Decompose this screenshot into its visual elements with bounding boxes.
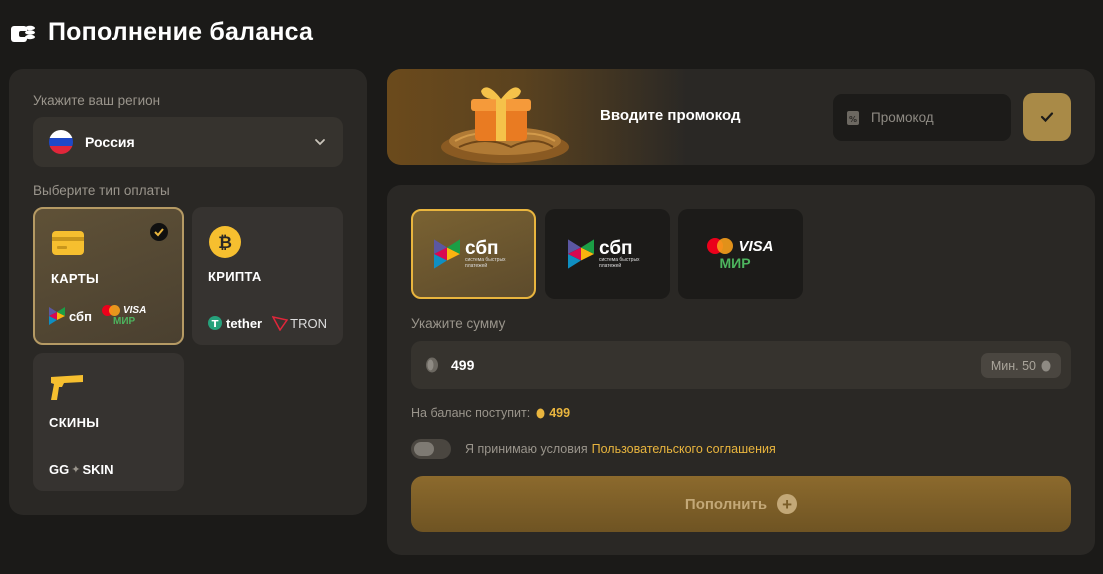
pistol-icon (51, 375, 83, 400)
wallet-coins-icon (11, 25, 35, 42)
payment-options-panel: Укажите ваш регион Россия Выберите тип о… (9, 69, 367, 515)
promo-input-wrapper: % (833, 94, 1011, 141)
bitcoin-icon: ₿ (209, 226, 241, 258)
terms-toggle[interactable] (411, 439, 451, 459)
page-title: Пополнение баланса (48, 18, 314, 46)
coupon-icon: % (847, 110, 859, 125)
payment-type-name: КРИПТА (208, 269, 262, 284)
russia-flag-icon (49, 130, 73, 154)
payment-type-label: Выберите тип оплаты (33, 183, 170, 198)
payment-form-panel: сбп система быстрых платежей сбп система… (387, 185, 1095, 555)
method-sbp[interactable]: сбп система быстрых платежей (545, 209, 670, 299)
plus-circle-icon: + (777, 494, 798, 514)
mastercard-icon (101, 305, 120, 316)
checkmark-icon (1040, 112, 1054, 123)
svg-text:₿: ₿ (218, 233, 232, 253)
selected-check-icon (150, 223, 168, 241)
payment-type-skins[interactable]: СКИНЫ GG ✦ SKIN (33, 353, 184, 491)
region-select[interactable]: Россия (33, 117, 343, 167)
promo-code-input[interactable] (871, 110, 991, 125)
min-amount-badge: Мин. 50 (980, 353, 1061, 378)
credit-card-icon (52, 231, 84, 255)
terms-row: Я принимаю условия Пользовательского сог… (411, 439, 776, 459)
gift-nest-image (441, 87, 569, 163)
ggskin-separator-icon: ✦ (71, 464, 81, 476)
chevron-down-icon (315, 139, 325, 146)
tron-logo: TRON (272, 315, 327, 331)
svg-text:T: T (212, 319, 219, 330)
cards-logos: сбп VISA МИР (49, 305, 146, 327)
submit-button[interactable]: Пополнить + (411, 476, 1071, 532)
receive-amount: 499 (536, 406, 570, 420)
region-label: Укажите ваш регион (33, 93, 161, 108)
svg-text:%: % (849, 115, 857, 124)
amount-input[interactable] (451, 357, 851, 373)
receive-summary: На баланс поступит: 499 (411, 406, 571, 420)
coin-icon (536, 408, 545, 418)
sbp-icon (434, 239, 460, 269)
tron-icon (272, 316, 289, 331)
visa-mir-logo: VISA МИР (101, 305, 146, 327)
ggskin-logo: GG ✦ SKIN (49, 462, 114, 477)
amount-field-wrapper: Мин. 50 (411, 341, 1071, 389)
coin-icon (1041, 360, 1051, 371)
tether-icon: T (208, 316, 222, 330)
crypto-logos: T tether TRON (208, 315, 327, 331)
promo-banner: Вводите промокод % (387, 69, 1095, 165)
region-value: Россия (85, 134, 135, 150)
promo-title: Вводите промокод (600, 107, 741, 124)
tether-logo: T tether (208, 316, 262, 331)
payment-type-crypto[interactable]: ₿ КРИПТА T tether TRON (192, 207, 343, 345)
mastercard-icon (707, 238, 734, 254)
method-sbp-selected[interactable]: сбп система быстрых платежей (411, 209, 536, 299)
payment-type-cards[interactable]: КАРТЫ сбп VISA МИР (33, 207, 184, 345)
sbp-logo: сбп система быстрых платежей (434, 239, 513, 269)
amount-label: Укажите сумму (411, 316, 506, 331)
payment-type-name: СКИНЫ (49, 415, 100, 430)
promo-apply-button[interactable] (1023, 93, 1071, 141)
method-cards[interactable]: VISA МИР (678, 209, 803, 299)
page-header: Пополнение баланса (10, 18, 313, 47)
sbp-icon (49, 307, 65, 325)
terms-link[interactable]: Пользовательского соглашения (592, 442, 776, 456)
coin-icon (426, 357, 438, 373)
visa-mir-logo: VISA МИР (707, 238, 774, 271)
sbp-logo: сбп (49, 307, 92, 325)
payment-type-name: КАРТЫ (51, 271, 99, 286)
sbp-icon (568, 239, 594, 269)
sbp-logo: сбп система быстрых платежей (568, 239, 647, 269)
